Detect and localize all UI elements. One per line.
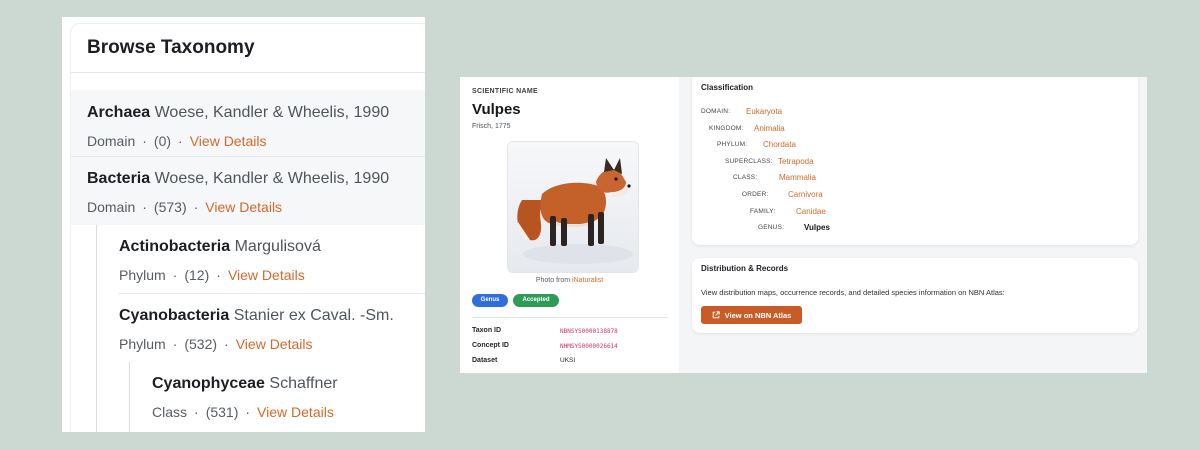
- taxon-meta: Domain · (0) · View Details: [87, 133, 267, 149]
- taxon-count: (573): [153, 199, 187, 215]
- rank-label-family: FAMILY:: [750, 208, 776, 215]
- classification-card: Classification DOMAIN: Eukaryota KINGDOM…: [692, 77, 1138, 245]
- separator-dot: ·: [142, 199, 147, 215]
- rank-value-superclass[interactable]: Tetrapoda: [778, 157, 814, 166]
- taxon-rank: Domain: [87, 133, 136, 149]
- divider: [472, 317, 668, 318]
- taxon-rank: Class: [152, 404, 188, 420]
- taxon-meta: Phylum · (12) · View Details: [119, 267, 305, 283]
- separator-dot: ·: [172, 267, 178, 283]
- taxon-author: Margulisová: [234, 238, 321, 255]
- fox-photo-image: [508, 142, 638, 272]
- separator-dot: ·: [142, 133, 147, 149]
- taxon-id-label: Taxon ID: [472, 327, 502, 334]
- taxon-name: Actinobacteria: [119, 238, 231, 255]
- species-detail-panel: SCIENTIFIC NAME Vulpes Frisch, 1775 Phot…: [460, 77, 1147, 373]
- view-details-link[interactable]: View Details: [190, 133, 267, 149]
- taxon-meta: Class · (531) · View Details: [152, 404, 334, 420]
- view-details-link[interactable]: View Details: [236, 336, 313, 352]
- classification-title: Classification: [701, 83, 754, 92]
- genus-badge: Genus: [472, 294, 508, 307]
- rank-label-domain: DOMAIN:: [701, 108, 731, 115]
- separator-dot: ·: [178, 133, 183, 149]
- rank-value-phylum[interactable]: Chordata: [763, 140, 796, 149]
- taxon-meta: Phylum · (532) · View Details: [119, 336, 313, 352]
- distribution-description: View distribution maps, occurrence recor…: [701, 288, 1005, 297]
- concept-id-label: Concept ID: [472, 342, 509, 349]
- separator-dot: ·: [216, 267, 221, 283]
- external-link-icon: [712, 311, 720, 319]
- rank-label-superclass: SUPERCLASS:: [725, 158, 773, 165]
- rank-value-family[interactable]: Canidae: [796, 207, 826, 216]
- view-details-link[interactable]: View Details: [205, 199, 282, 215]
- taxon-item-cyanophyceae: Cyanophyceae Schaffner Class · (531) · View …: [152, 362, 425, 430]
- separator-dot: ·: [224, 336, 229, 352]
- dataset-value: UKSI: [560, 357, 576, 364]
- photo-caption-prefix: Photo from: [535, 277, 573, 284]
- taxon-item-cyanobacteria: Cyanobacteria Stanier ex Caval. -Sm. Phy…: [119, 294, 425, 362]
- accepted-badge: Accepted: [513, 294, 559, 307]
- species-name: Vulpes: [472, 101, 521, 118]
- taxon-name: Cyanophyceae: [152, 375, 265, 392]
- taxon-item-actinobacteria: Actinobacteria Margulisová Phylum · (12) · V…: [119, 225, 425, 293]
- taxon-rank: Domain: [87, 199, 136, 215]
- taxon-meta: Domain · (573) · View Details: [87, 199, 282, 215]
- taxon-author: Schaffner: [269, 375, 338, 392]
- taxon-name-line: Archaea Woese, Kandler & Wheelis, 1990: [87, 104, 389, 122]
- taxon-rank: Phylum: [119, 336, 166, 352]
- tree-indent-line: [129, 362, 130, 432]
- scientific-name-label: SCIENTIFIC NAME: [472, 88, 538, 95]
- separator-dot: ·: [245, 404, 251, 420]
- separator-dot: ·: [194, 404, 199, 420]
- taxon-count: (0): [153, 133, 172, 149]
- view-on-nbn-atlas-button[interactable]: View on NBN Atlas: [701, 306, 802, 324]
- taxon-name-line: Bacteria Woese, Kandler & Wheelis, 1990: [87, 170, 389, 188]
- species-info-column: SCIENTIFIC NAME Vulpes Frisch, 1775 Phot…: [460, 77, 679, 373]
- browse-taxonomy-panel: Browse Taxonomy Archaea Woese, Kandler &…: [62, 17, 425, 432]
- rank-value-class[interactable]: Mammalia: [779, 173, 816, 182]
- taxon-id-value: NBNSYS0000138878: [560, 328, 618, 335]
- taxon-item-bacteria: Bacteria Woese, Kandler & Wheelis, 1990 …: [71, 157, 425, 225]
- photo-source-link[interactable]: iNaturalist: [572, 277, 603, 284]
- rank-label-phylum: PHYLUM:: [717, 141, 748, 148]
- photo-caption: Photo from iNaturalist: [460, 277, 679, 284]
- separator-dot: ·: [193, 199, 199, 215]
- rank-label-class: CLASS:: [733, 174, 758, 181]
- view-on-nbn-atlas-label: View on NBN Atlas: [724, 310, 792, 320]
- taxon-count: (531): [205, 404, 239, 420]
- distribution-card: Distribution & Records View distribution…: [692, 258, 1138, 333]
- taxon-count: (12): [184, 267, 210, 283]
- browse-taxonomy-card: Browse Taxonomy Archaea Woese, Kandler &…: [70, 23, 425, 432]
- rank-value-domain[interactable]: Eukaryota: [746, 107, 782, 116]
- taxon-name-line: Cyanophyceae Schaffner: [152, 375, 338, 393]
- tree-indent-line: [96, 225, 97, 432]
- taxon-count: (532): [184, 336, 218, 352]
- dataset-label: Dataset: [472, 357, 498, 364]
- taxon-rank: Phylum: [119, 267, 166, 283]
- concept-id-value: NHMSYS0000026614: [560, 343, 618, 350]
- rank-label-genus: GENUS:: [758, 224, 785, 231]
- taxonomy-tree: Archaea Woese, Kandler & Wheelis, 1990 D…: [71, 90, 425, 432]
- taxon-author: Stanier ex Caval. -Sm.: [233, 307, 394, 324]
- taxon-name: Archaea: [87, 104, 151, 121]
- taxon-name: Cyanobacteria: [119, 307, 230, 324]
- rank-value-kingdom[interactable]: Animalia: [754, 124, 785, 133]
- rank-label-kingdom: KINGDOM:: [709, 125, 744, 132]
- species-author: Frisch, 1775: [472, 123, 511, 130]
- view-details-link[interactable]: View Details: [257, 404, 334, 420]
- taxon-name-line: Cyanobacteria Stanier ex Caval. -Sm.: [119, 307, 394, 325]
- taxon-item-archaea: Archaea Woese, Kandler & Wheelis, 1990 D…: [71, 90, 425, 156]
- rank-value-genus: Vulpes: [804, 223, 830, 232]
- distribution-title: Distribution & Records: [701, 264, 789, 273]
- rank-value-order[interactable]: Carnivora: [788, 190, 823, 199]
- species-photo: [507, 141, 639, 273]
- taxon-name-line: Actinobacteria Margulisová: [119, 238, 321, 256]
- taxon-name: Bacteria: [87, 170, 151, 187]
- taxon-author: Woese, Kandler & Wheelis, 1990: [154, 170, 390, 187]
- separator-dot: ·: [172, 336, 178, 352]
- taxon-author: Woese, Kandler & Wheelis, 1990: [154, 104, 390, 121]
- browse-taxonomy-title: Browse Taxonomy: [71, 24, 425, 73]
- rank-label-order: ORDER:: [742, 191, 769, 198]
- view-details-link[interactable]: View Details: [228, 267, 305, 283]
